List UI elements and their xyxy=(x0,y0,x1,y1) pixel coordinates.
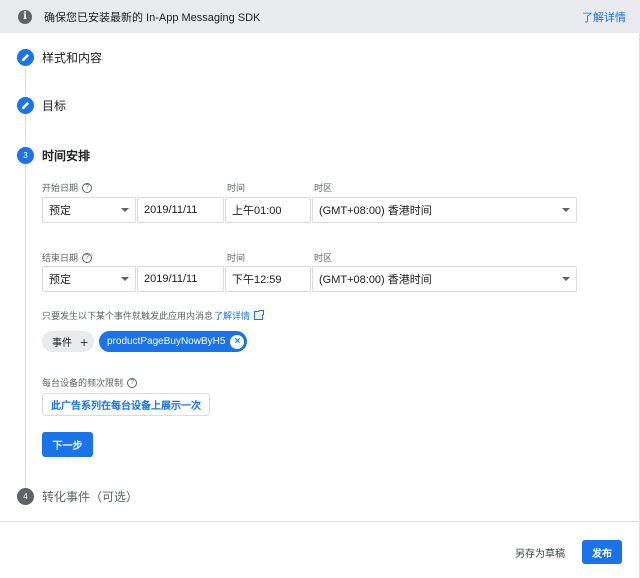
end-timezone-label: 时区 xyxy=(314,253,333,263)
step-style-content[interactable]: 样式和内容 xyxy=(17,49,102,66)
next-button[interactable]: 下一步 xyxy=(42,432,93,457)
dropdown-arrow-icon xyxy=(562,208,570,212)
step-number: 4 xyxy=(17,488,34,505)
end-date-input[interactable]: 2019/11/11 xyxy=(137,266,224,292)
start-timezone-select[interactable]: (GMT+08:00) 香港时间 xyxy=(312,197,577,223)
trigger-learn-more-link[interactable]: 了解详情 xyxy=(214,309,250,322)
event-chip[interactable]: 事件 + xyxy=(42,331,95,352)
footer-divider xyxy=(0,521,640,522)
step-label: 转化事件（可选） xyxy=(42,490,139,504)
help-icon[interactable]: ? xyxy=(127,377,138,388)
frequency-label: 每台设备的频次限制 ? xyxy=(42,376,138,389)
help-icon[interactable]: ? xyxy=(82,182,93,193)
selected-event-chip[interactable]: productPageBuyNowByH5 × xyxy=(99,331,248,352)
start-time-input[interactable]: 上午01:00 xyxy=(225,197,311,223)
step-label: 时间安排 xyxy=(42,149,91,163)
pencil-icon xyxy=(17,97,34,114)
help-icon[interactable]: ? xyxy=(82,252,93,263)
info-icon: i xyxy=(18,9,32,24)
start-time-label: 时间 xyxy=(227,183,246,193)
step-label: 目标 xyxy=(42,99,67,113)
dropdown-arrow-icon xyxy=(562,277,570,281)
step-conversion-events[interactable]: 4 转化事件（可选） xyxy=(17,488,138,505)
start-timezone-label: 时区 xyxy=(314,183,333,193)
end-time-input[interactable]: 下午12:59 xyxy=(225,266,311,292)
frequency-button[interactable]: 此广告系列在每台设备上展示一次 xyxy=(42,393,210,416)
step-number: 3 xyxy=(17,147,34,164)
stepper-line xyxy=(25,68,26,488)
end-date-label: 结束日期 ? xyxy=(42,251,93,264)
step-targeting[interactable]: 目标 xyxy=(17,97,66,114)
banner-text: 确保您已安装最新的 In-App Messaging SDK xyxy=(44,11,261,24)
step-label: 样式和内容 xyxy=(42,51,103,65)
dropdown-arrow-icon xyxy=(121,277,129,281)
close-icon[interactable]: × xyxy=(230,334,245,349)
sdk-banner: i 确保您已安装最新的 In-App Messaging SDK 了解详情 xyxy=(0,0,640,33)
banner-learn-more-link[interactable]: 了解详情 xyxy=(582,9,626,25)
trigger-description: 只要发生以下某个事件就触发此应用内消息 了解详情 xyxy=(42,309,265,322)
end-time-label: 时间 xyxy=(227,253,246,263)
selected-event-label: productPageBuyNowByH5 xyxy=(107,336,226,347)
dropdown-arrow-icon xyxy=(121,208,129,212)
pencil-icon xyxy=(17,49,34,66)
start-date-label: 开始日期 ? xyxy=(42,181,93,194)
start-mode-select[interactable]: 预定 xyxy=(42,197,136,223)
end-timezone-select[interactable]: (GMT+08:00) 香港时间 xyxy=(312,266,577,292)
end-mode-select[interactable]: 预定 xyxy=(42,266,136,292)
start-date-input[interactable]: 2019/11/11 xyxy=(137,197,224,223)
publish-button[interactable]: 发布 xyxy=(582,540,622,564)
plus-icon: + xyxy=(80,333,89,350)
save-draft-button[interactable]: 另存为草稿 xyxy=(506,542,574,562)
external-link-icon[interactable] xyxy=(254,310,265,320)
event-chip-label: 事件 xyxy=(52,338,72,349)
step-scheduling[interactable]: 3 时间安排 xyxy=(17,147,90,164)
